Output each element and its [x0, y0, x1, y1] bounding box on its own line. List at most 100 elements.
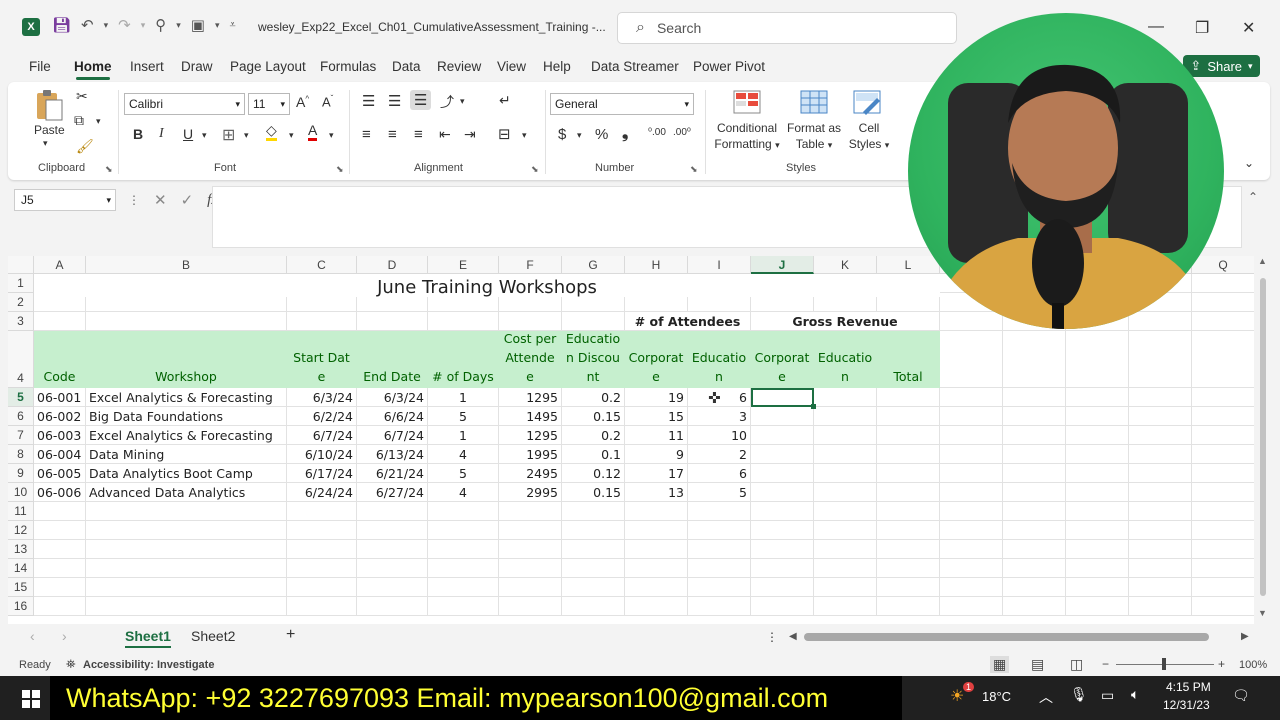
cell[interactable]	[814, 407, 877, 426]
cell[interactable]	[814, 521, 877, 540]
select-all-corner[interactable]	[8, 256, 34, 274]
row-header-10[interactable]: 10	[8, 483, 34, 502]
column-header-c[interactable]: C	[287, 256, 357, 274]
data-cell[interactable]: 0.15	[562, 407, 625, 426]
format-as-table-button[interactable]: Format as Table ▾	[784, 120, 844, 153]
row-header-4[interactable]: 4	[8, 331, 34, 388]
cell[interactable]	[688, 578, 751, 597]
vertical-scroll-thumb[interactable]	[1260, 278, 1266, 596]
cell[interactable]	[428, 502, 499, 521]
cell[interactable]	[499, 540, 562, 559]
cell[interactable]	[1066, 578, 1129, 597]
number-launcher-icon[interactable]: ⬊	[690, 164, 698, 175]
cell[interactable]	[814, 540, 877, 559]
data-cell[interactable]: 6/21/24	[357, 464, 428, 483]
row-header-6[interactable]: 6	[8, 407, 34, 426]
column-header-h[interactable]: H	[625, 256, 688, 274]
tab-page-layout[interactable]: Page Layout	[230, 59, 306, 74]
cell[interactable]	[688, 540, 751, 559]
row-header-11[interactable]: 11	[8, 502, 34, 521]
add-sheet-icon[interactable]: +	[286, 626, 295, 644]
paste-label[interactable]: Paste	[34, 123, 65, 137]
font-size-dropdown[interactable]: 11 ▾	[248, 93, 290, 115]
cell[interactable]	[499, 559, 562, 578]
column-header-b[interactable]: B	[86, 256, 287, 274]
cell[interactable]	[86, 597, 287, 616]
sheet-tab-sheet2[interactable]: Sheet2	[191, 628, 235, 644]
cell[interactable]	[1192, 540, 1254, 559]
format-painter-icon[interactable]: 🖌︎	[76, 138, 94, 155]
decrease-decimal-icon[interactable]: .00⁰	[673, 127, 691, 138]
vertical-scrollbar[interactable]: ▲ ▼	[1256, 256, 1270, 624]
data-cell[interactable]: 06-006	[34, 483, 86, 502]
enter-icon[interactable]: ✓	[181, 191, 194, 209]
cell[interactable]	[625, 559, 688, 578]
cell[interactable]	[625, 521, 688, 540]
data-cell[interactable]: 6/2/24	[287, 407, 357, 426]
cell[interactable]	[1066, 464, 1129, 483]
data-cell[interactable]: 1	[428, 426, 499, 445]
row-header-9[interactable]: 9	[8, 464, 34, 483]
scroll-up-icon[interactable]: ▲	[1258, 256, 1267, 266]
cell[interactable]	[877, 502, 940, 521]
prev-sheet-icon[interactable]: ‹	[30, 628, 35, 644]
next-sheet-icon[interactable]: ›	[62, 628, 67, 644]
cell[interactable]	[86, 559, 287, 578]
tab-file[interactable]: File	[29, 59, 51, 74]
data-cell[interactable]: 6/27/24	[357, 483, 428, 502]
data-cell[interactable]: 5	[688, 483, 751, 502]
data-cell[interactable]: 10	[688, 426, 751, 445]
cell[interactable]	[499, 597, 562, 616]
data-cell[interactable]: 15	[625, 407, 688, 426]
align-left-icon[interactable]: ≡	[362, 126, 371, 143]
cell[interactable]	[940, 502, 1003, 521]
cell[interactable]	[877, 597, 940, 616]
clipboard-launcher-icon[interactable]: ⬊	[105, 164, 113, 175]
cell[interactable]	[499, 521, 562, 540]
cell[interactable]	[1129, 578, 1192, 597]
wrap-text-icon[interactable]: ↵	[499, 92, 511, 109]
cell[interactable]	[1192, 464, 1254, 483]
column-header-g[interactable]: G	[562, 256, 625, 274]
cell[interactable]	[287, 559, 357, 578]
cell[interactable]	[1129, 331, 1192, 388]
cell[interactable]	[1129, 445, 1192, 464]
increase-indent-icon[interactable]: ⇥	[464, 126, 476, 143]
tab-power-pivot[interactable]: Power Pivot	[693, 59, 765, 74]
cell[interactable]	[357, 559, 428, 578]
collapse-formula-bar-icon[interactable]: ⌃	[1248, 190, 1258, 204]
cell[interactable]	[751, 426, 814, 445]
more-options-icon[interactable]: ⋮	[766, 630, 778, 644]
cell[interactable]	[1129, 464, 1192, 483]
cell[interactable]	[287, 312, 357, 331]
data-cell[interactable]: 6/6/24	[357, 407, 428, 426]
cell[interactable]	[1192, 483, 1254, 502]
cell[interactable]	[287, 578, 357, 597]
data-cell[interactable]: 4	[428, 483, 499, 502]
tab-data-streamer[interactable]: Data Streamer	[591, 59, 679, 74]
cell[interactable]	[86, 540, 287, 559]
redo-icon[interactable]: ↷	[118, 16, 131, 34]
cell[interactable]	[1129, 521, 1192, 540]
sheet-tab-sheet1[interactable]: Sheet1	[125, 628, 171, 648]
tab-home[interactable]: Home	[74, 59, 112, 80]
row-header-14[interactable]: 14	[8, 559, 34, 578]
zoom-in-icon[interactable]: +	[1218, 657, 1225, 671]
cell[interactable]	[688, 502, 751, 521]
data-cell[interactable]: 19	[625, 388, 688, 407]
cell[interactable]	[34, 578, 86, 597]
cell[interactable]	[86, 521, 287, 540]
cell[interactable]	[1066, 445, 1129, 464]
cell[interactable]	[877, 578, 940, 597]
cell[interactable]	[34, 597, 86, 616]
temperature[interactable]: 18°C	[982, 689, 1011, 704]
orientation-icon[interactable]: ⤴	[440, 92, 454, 112]
data-cell[interactable]: 4	[428, 445, 499, 464]
copy-dropdown-icon[interactable]: ▾	[96, 116, 101, 127]
cell[interactable]	[1192, 597, 1254, 616]
column-header-k[interactable]: K	[814, 256, 877, 274]
cell[interactable]	[940, 312, 1003, 331]
data-cell[interactable]: 1295	[499, 426, 562, 445]
underline-icon[interactable]: U	[183, 126, 193, 142]
cell[interactable]	[751, 502, 814, 521]
